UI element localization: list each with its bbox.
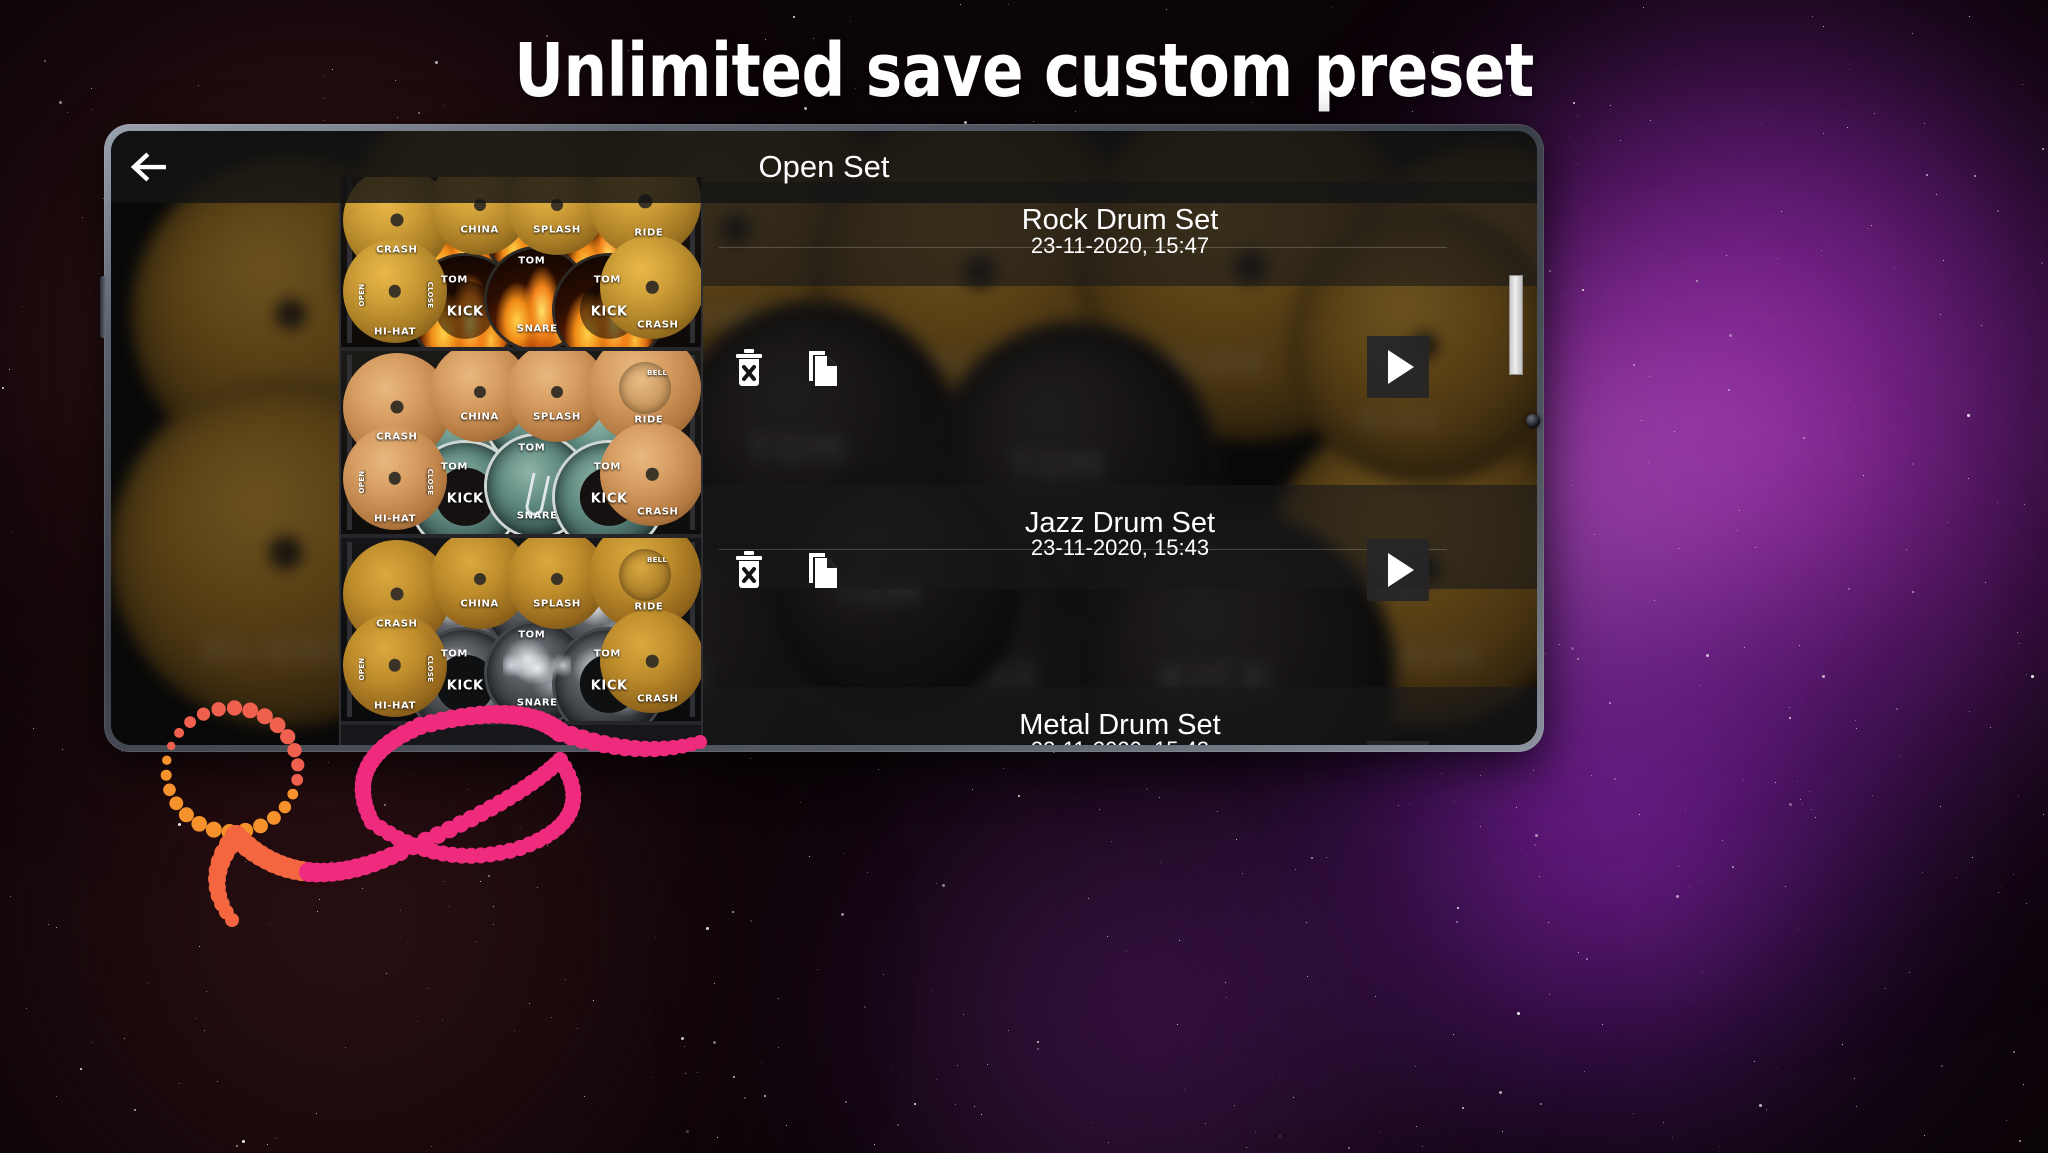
- cymbal-pad[interactable]: [343, 613, 447, 718]
- row-actions: [733, 349, 839, 387]
- phone-screen: HI-HATCRASHCHINASPLASHRIDECRASHHI-HATCRA…: [111, 131, 1537, 745]
- set-date: 23-11-2020, 15:47: [1030, 233, 1210, 258]
- drum-kit-preview-column[interactable]: CRASH CHINA SPLASH RIDE HI-HAT CRASH OPEN CLOSE…: [339, 177, 703, 745]
- play-icon: [1388, 553, 1414, 587]
- kit-scroll-content: CRASH CHINA SPLASH RIDE HI-HAT CRASH OPEN CLOSE…: [341, 177, 701, 725]
- arrow-left-icon: [130, 152, 166, 182]
- cymbal-pad[interactable]: [343, 426, 447, 531]
- cymbal-pad[interactable]: [600, 235, 701, 340]
- trash-icon: [736, 349, 762, 386]
- kit-preview-item[interactable]: BELL CRASH CHINA SPLASH RIDE HI-HAT CRASH OPEN C…: [341, 538, 701, 725]
- duplicate-set-button[interactable]: [807, 349, 839, 387]
- winged-skull-graphic: [503, 650, 572, 685]
- page-title: Unlimited save custom preset: [514, 28, 1534, 114]
- cymbal-pad[interactable]: [600, 609, 701, 714]
- duplicate-set-button[interactable]: [807, 551, 839, 589]
- play-set-button[interactable]: [1367, 539, 1429, 601]
- delete-set-button[interactable]: [733, 349, 765, 387]
- screen-title: Open Set: [758, 149, 890, 184]
- copy-icon: [809, 351, 837, 386]
- kit-preview-item[interactable]: BELL CRASH CHINA SPLASH RIDE HI-HAT CRASH OPEN C…: [341, 351, 701, 538]
- trash-icon: [736, 551, 762, 588]
- kit-preview-item[interactable]: CRASH CHINA SPLASH RIDE HI-HAT CRASH OPEN CLOSE…: [341, 177, 701, 351]
- cymbal-pad[interactable]: [343, 239, 447, 344]
- play-set-button[interactable]: [1367, 336, 1429, 398]
- back-button[interactable]: [111, 131, 185, 203]
- saved-set-list[interactable]: Rock Drum Set 23-11-2020, 15:47 Jazz Dru: [703, 177, 1537, 745]
- phone-device-frame: HI-HATCRASHCHINASPLASHRIDECRASHHI-HATCRA…: [100, 124, 1544, 752]
- delete-set-button[interactable]: [733, 551, 765, 589]
- scrollbar-thumb[interactable]: [1509, 275, 1523, 375]
- scrollbar-track[interactable]: [1509, 177, 1523, 745]
- copy-icon: [809, 553, 837, 588]
- play-set-button[interactable]: [1367, 741, 1429, 745]
- play-icon: [1388, 350, 1414, 384]
- cymbal-pad[interactable]: [600, 422, 701, 527]
- app-top-bar: Open Set: [111, 131, 1537, 203]
- row-actions: [733, 551, 839, 589]
